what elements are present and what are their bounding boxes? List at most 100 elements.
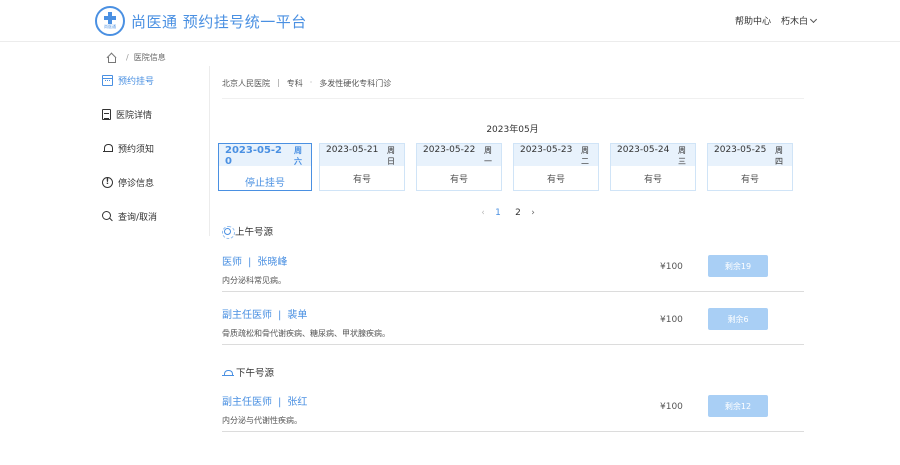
doctor-name-text: 张红 xyxy=(287,397,308,408)
name-separator: | xyxy=(248,257,252,268)
afternoon-section-title: 下午号源 xyxy=(222,365,274,379)
remaining-slots-button[interactable]: 剩余12 xyxy=(708,395,768,417)
calendar-icon xyxy=(102,75,113,86)
card-weekday: 周六 xyxy=(294,146,302,166)
date-card-header: 2023-05-21 周日 xyxy=(320,144,404,166)
sidebar-item-label: 预约挂号 xyxy=(118,77,155,87)
doctor-name-text: 张晓峰 xyxy=(257,257,288,268)
doctor-name[interactable]: 副主任医师 | 张红 xyxy=(222,393,307,408)
brand[interactable]: 尚医通 尚医通 预约挂号统一平台 xyxy=(95,6,307,36)
date-card[interactable]: 2023-05-20 周六 停止挂号 xyxy=(218,143,312,191)
department-name: 专科 xyxy=(286,79,303,88)
hospital-name: 北京人民医院 xyxy=(222,79,270,88)
doctor-name-text: 裴单 xyxy=(287,310,308,321)
card-weekday: 周一 xyxy=(484,146,492,166)
sidebar-item-notice[interactable]: 预约须知 xyxy=(102,142,154,155)
card-status: 停止挂号 xyxy=(245,178,285,189)
date-card[interactable]: 2023-05-21 周日 有号 xyxy=(319,143,405,191)
search-icon xyxy=(102,211,113,222)
medical-cross-icon xyxy=(104,12,116,24)
user-menu[interactable]: 朽木白 xyxy=(780,14,818,27)
card-date: 2023-05-23 xyxy=(520,145,573,155)
date-card[interactable]: 2023-05-22 周一 有号 xyxy=(416,143,502,191)
date-card[interactable]: 2023-05-24 周三 有号 xyxy=(610,143,696,191)
doctor-price: ¥100 xyxy=(660,315,683,325)
sidebar-item-appointment[interactable]: 预约挂号 xyxy=(102,74,154,87)
date-card-header: 2023-05-20 周六 xyxy=(219,144,311,167)
date-card-header: 2023-05-22 周一 xyxy=(417,144,501,166)
section-title-text: 上午号源 xyxy=(235,227,274,238)
card-status: 有号 xyxy=(449,175,468,185)
doctor-row: 医师 | 张晓峰 内分泌科常见病。 ¥100 剩余19 xyxy=(222,253,804,292)
breadcrumb-current: 医院信息 xyxy=(133,53,166,62)
sun-icon xyxy=(222,225,235,239)
department-path: 北京人民医院 | 专科 · 多发性硬化专科门诊 xyxy=(222,78,391,89)
card-status: 有号 xyxy=(643,175,662,185)
card-date: 2023-05-25 xyxy=(714,145,767,155)
sidebar-item-query-cancel[interactable]: 查询/取消 xyxy=(102,210,157,223)
doctor-specialty: 内分泌与代谢性疾病。 xyxy=(222,416,302,425)
date-card-header: 2023-05-25 周四 xyxy=(708,144,792,166)
prev-page-button[interactable]: ‹ xyxy=(478,208,488,218)
card-date: 2023-05-22 xyxy=(423,145,476,155)
doctor-title: 副主任医师 xyxy=(222,397,272,408)
page-button[interactable]: 1 xyxy=(488,208,508,218)
clinic-name: 多发性硬化专科门诊 xyxy=(319,79,392,88)
morning-section-title: 上午号源 xyxy=(222,224,274,239)
card-status: 有号 xyxy=(352,175,371,185)
card-date: 2023-05-24 xyxy=(617,145,670,155)
calendar-month: 2023年05月 xyxy=(486,125,539,135)
date-card-header: 2023-05-24 周三 xyxy=(611,144,695,166)
chevron-down-icon xyxy=(809,15,818,23)
card-weekday: 周四 xyxy=(775,146,783,166)
section-title-text: 下午号源 xyxy=(236,368,275,379)
home-icon[interactable] xyxy=(106,53,116,63)
sidebar-item-label: 查询/取消 xyxy=(118,213,158,223)
date-card[interactable]: 2023-05-23 周二 有号 xyxy=(513,143,599,191)
pagination: ‹ 1 2 › xyxy=(478,208,538,218)
sidebar-item-label: 停诊信息 xyxy=(118,179,155,189)
card-date: 2023-05-20 xyxy=(225,145,283,167)
help-center-link[interactable]: 帮助中心 xyxy=(735,14,771,27)
card-date: 2023-05-21 xyxy=(326,145,379,155)
remaining-slots-button[interactable]: 剩余19 xyxy=(708,255,768,277)
bell-icon xyxy=(102,143,113,154)
name-separator: | xyxy=(278,397,282,408)
sidebar-item-suspension[interactable]: 停诊信息 xyxy=(102,176,154,189)
sunset-icon xyxy=(222,367,234,378)
user-name: 朽木白 xyxy=(780,17,808,27)
doctor-name[interactable]: 医师 | 张晓峰 xyxy=(222,253,287,268)
logo-icon: 尚医通 xyxy=(95,6,125,36)
card-weekday: 周三 xyxy=(678,146,686,166)
doctor-title: 副主任医师 xyxy=(222,310,272,321)
header-actions: 帮助中心 朽木白 xyxy=(735,14,818,27)
doctor-specialty: 内分泌科常见病。 xyxy=(222,276,286,285)
doctor-name[interactable]: 副主任医师 | 裴单 xyxy=(222,306,307,321)
info-icon xyxy=(102,177,113,188)
page-button[interactable]: 2 xyxy=(508,208,528,218)
card-weekday: 周二 xyxy=(581,146,589,166)
path-separator: | xyxy=(277,78,280,87)
doctor-row: 副主任医师 | 张红 内分泌与代谢性疾病。 ¥100 剩余12 xyxy=(222,393,804,432)
date-card-header: 2023-05-23 周二 xyxy=(514,144,598,166)
card-weekday: 周日 xyxy=(387,146,395,166)
remaining-slots-button[interactable]: 剩余6 xyxy=(708,308,768,330)
date-card[interactable]: 2023-05-25 周四 有号 xyxy=(707,143,793,191)
sidebar-item-label: 预约须知 xyxy=(118,145,155,155)
sidebar-item-label: 医院详情 xyxy=(116,111,153,121)
divider xyxy=(222,98,804,99)
next-page-button[interactable]: › xyxy=(528,208,538,218)
path-separator: · xyxy=(309,78,313,87)
card-status: 有号 xyxy=(740,175,759,185)
sidebar: 预约挂号 医院详情 预约须知 停诊信息 查询/取消 xyxy=(100,66,210,236)
sidebar-item-hospital-detail[interactable]: 医院详情 xyxy=(102,108,152,121)
top-header: 尚医通 尚医通 预约挂号统一平台 帮助中心 朽木白 xyxy=(0,0,900,42)
document-icon xyxy=(102,109,111,120)
breadcrumb: / 医院信息 xyxy=(106,52,166,63)
doctor-specialty: 骨质疏松和骨代谢疾病、糖尿病、甲状腺疾病。 xyxy=(222,329,390,338)
breadcrumb-separator: / xyxy=(126,53,129,62)
doctor-row: 副主任医师 | 裴单 骨质疏松和骨代谢疾病、糖尿病、甲状腺疾病。 ¥100 剩余6 xyxy=(222,306,804,345)
logo-text: 尚医通 xyxy=(104,24,116,29)
card-status: 有号 xyxy=(546,175,565,185)
site-title: 尚医通 预约挂号统一平台 xyxy=(131,12,307,31)
